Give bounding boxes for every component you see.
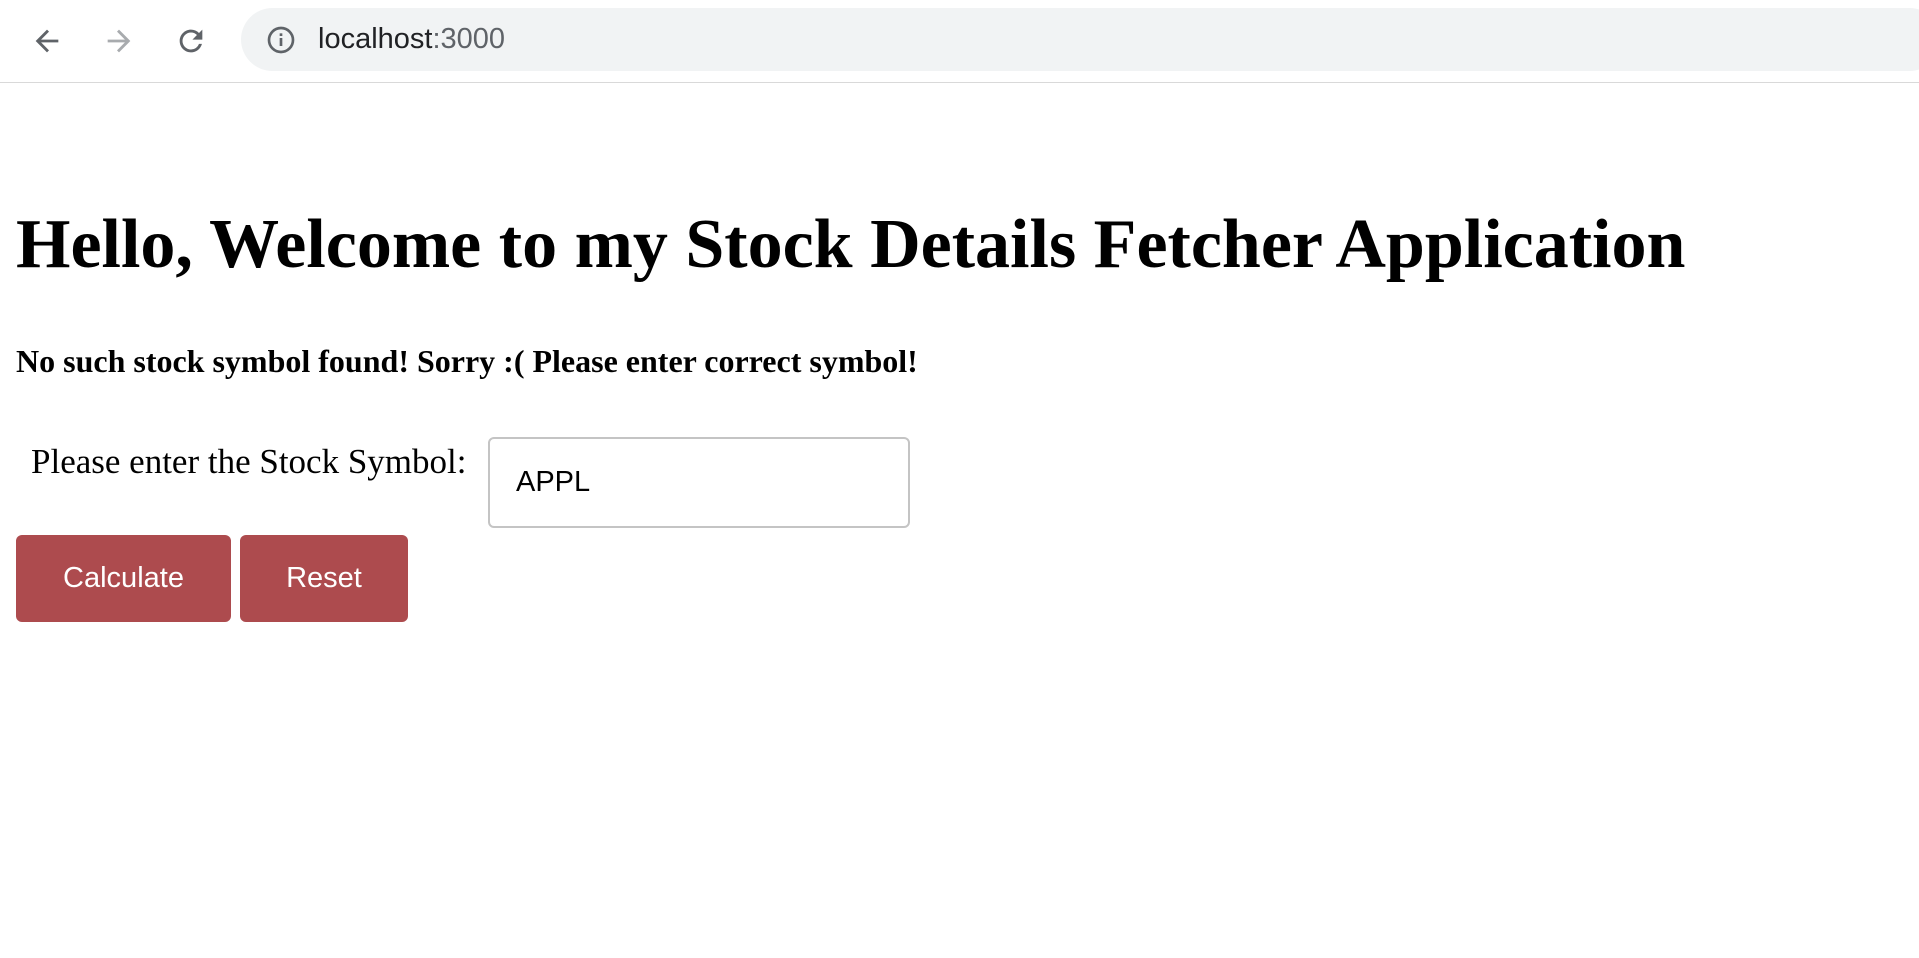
stock-symbol-input[interactable] [488, 437, 910, 528]
page-content: Hello, Welcome to my Stock Details Fetch… [0, 83, 1919, 958]
address-bar[interactable]: localhost:3000 [241, 8, 1919, 71]
url-port: :3000 [432, 23, 506, 55]
page-title: Hello, Welcome to my Stock Details Fetch… [16, 206, 1686, 283]
calculate-button[interactable]: Calculate [16, 535, 231, 622]
reload-icon [179, 29, 203, 53]
error-message: No such stock symbol found! Sorry :( Ple… [16, 343, 918, 379]
forward-button[interactable] [95, 17, 143, 65]
arrow-right-icon [107, 29, 131, 53]
info-icon[interactable] [265, 24, 297, 56]
reset-button[interactable]: Reset [240, 535, 408, 622]
back-button[interactable] [23, 17, 71, 65]
url-host: localhost [318, 23, 433, 55]
browser-toolbar: localhost:3000 [0, 0, 1919, 83]
url-text[interactable]: localhost:3000 [318, 8, 505, 71]
reload-button[interactable] [167, 17, 215, 65]
arrow-left-icon [35, 29, 59, 53]
stock-symbol-label: Please enter the Stock Symbol: [31, 442, 467, 481]
